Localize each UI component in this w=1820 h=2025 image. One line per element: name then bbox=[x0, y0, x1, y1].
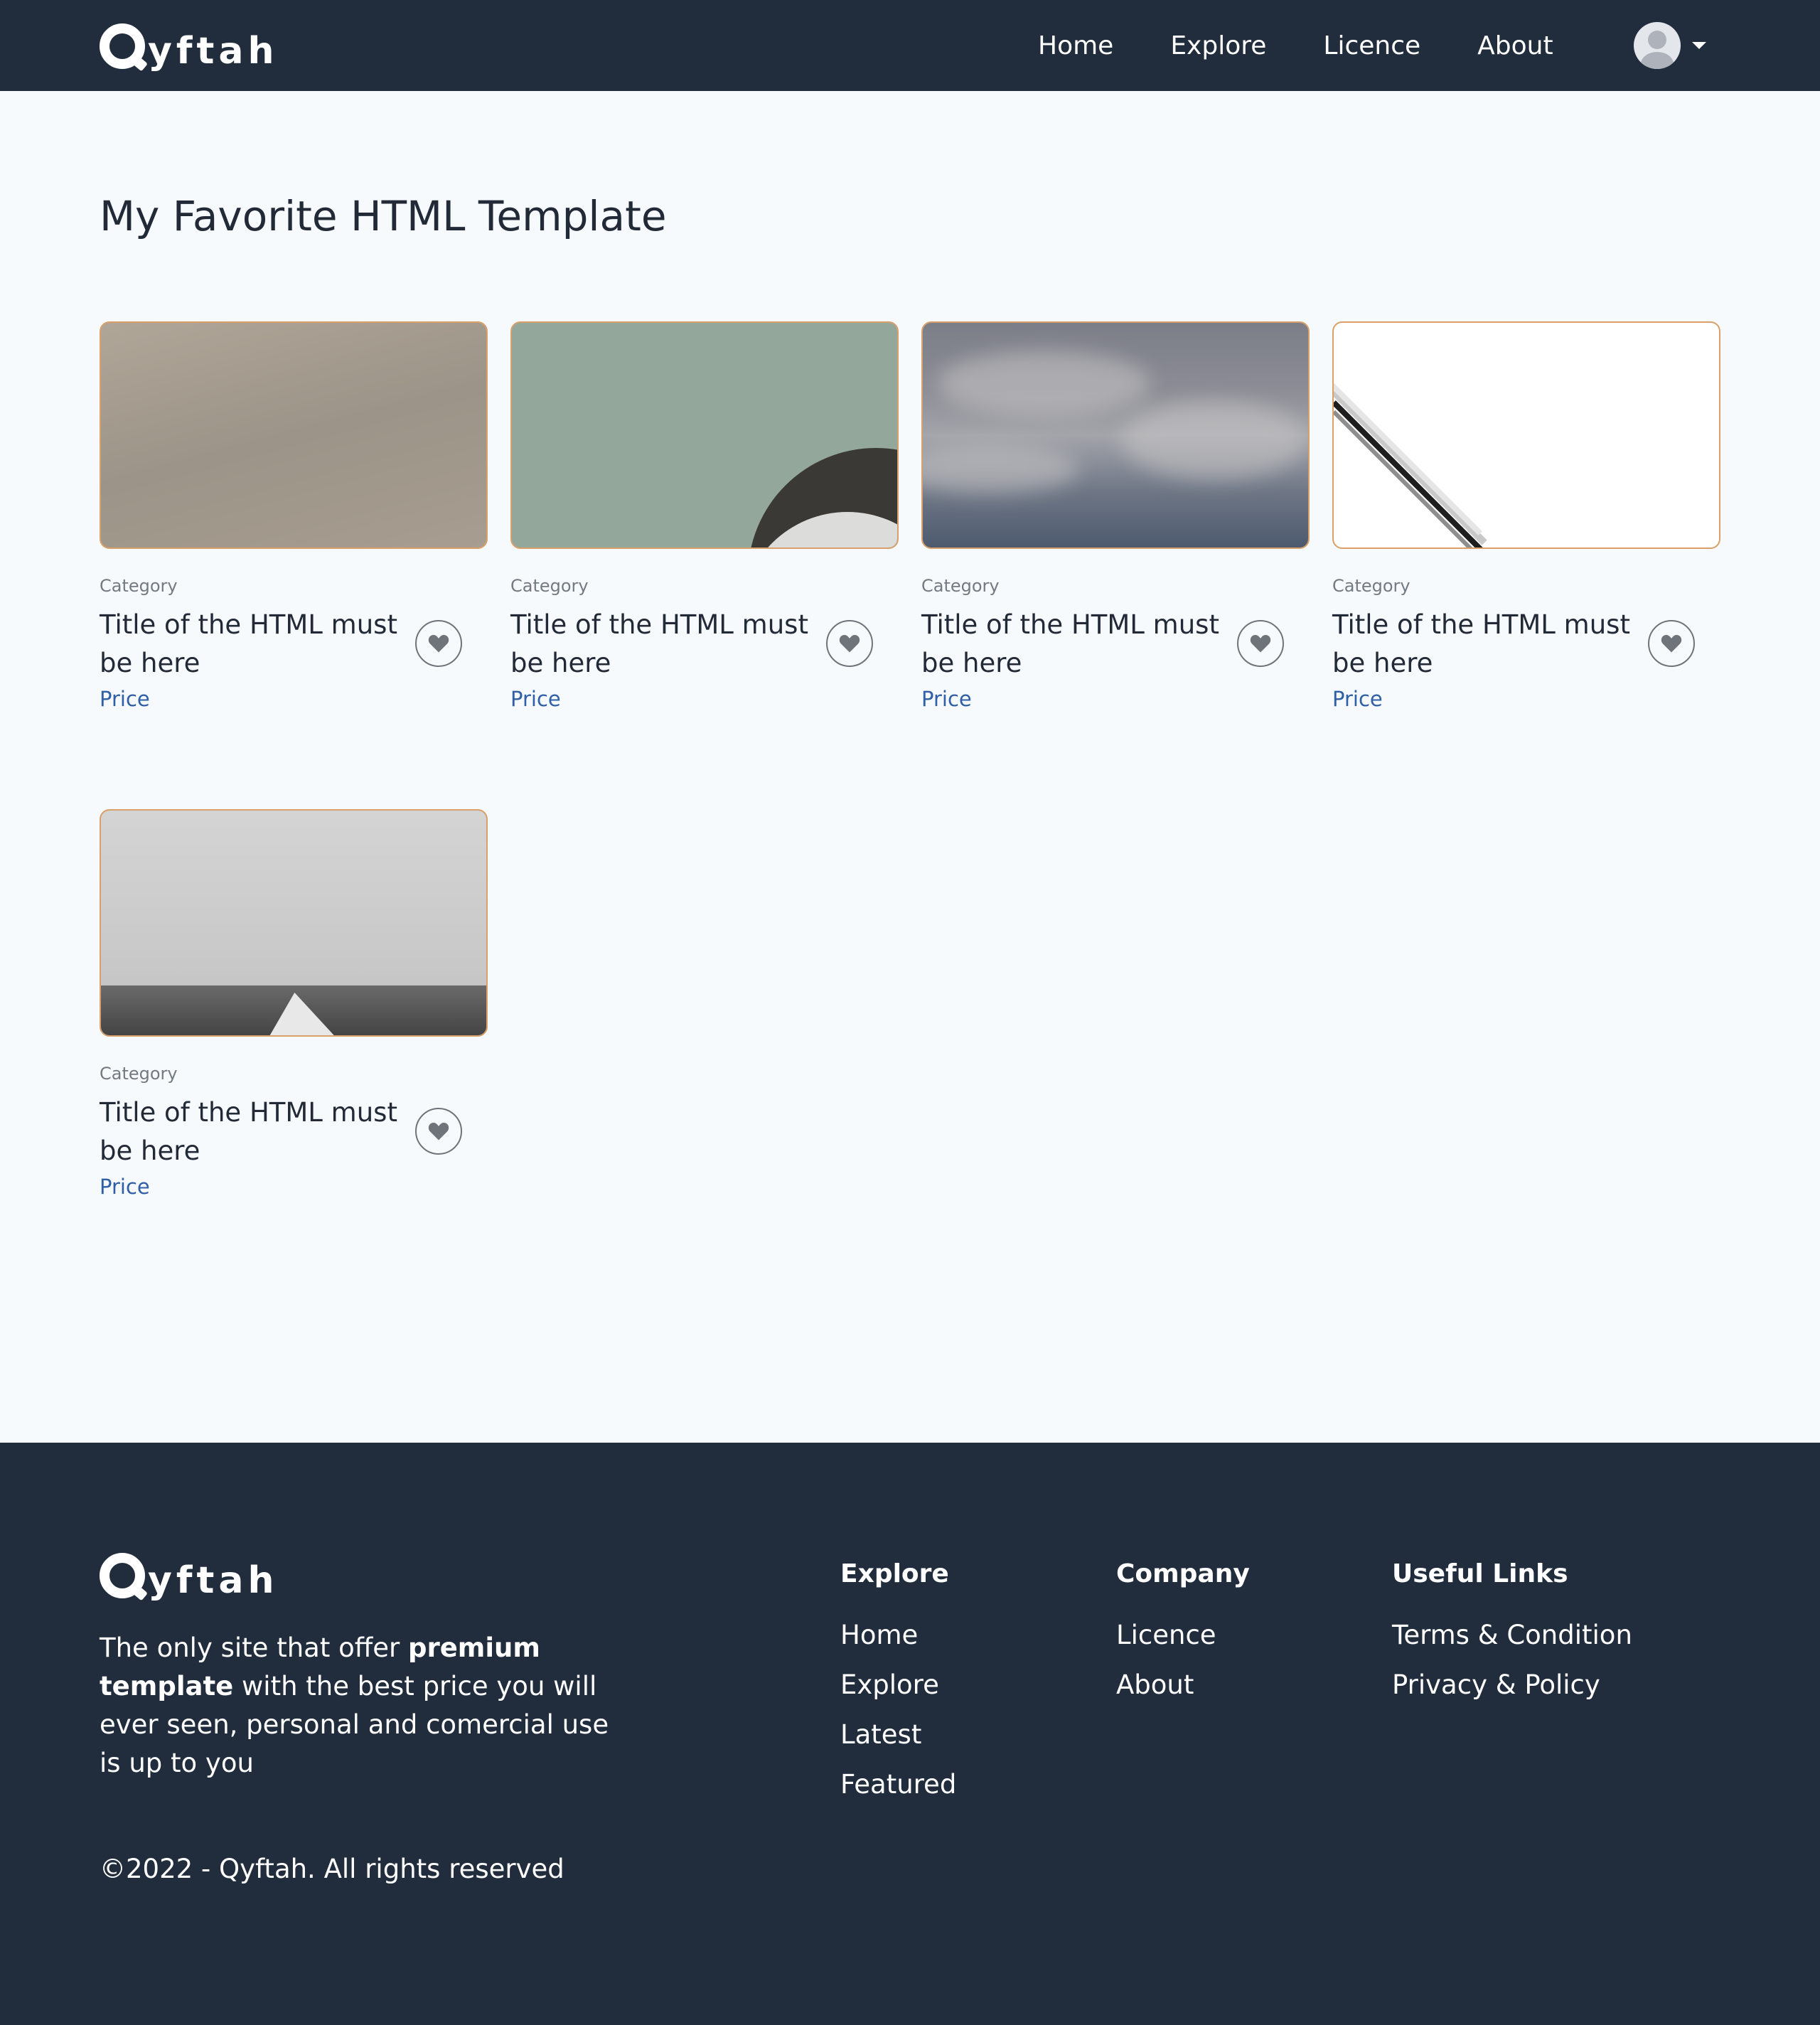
template-card[interactable]: Category Title of the HTML must be here … bbox=[100, 809, 488, 1199]
card-title[interactable]: Title of the HTML must be here bbox=[100, 1094, 398, 1170]
card-body: Title of the HTML must be here bbox=[1332, 606, 1720, 683]
footer-link-licence[interactable]: Licence bbox=[1116, 1620, 1250, 1651]
logo-q-icon bbox=[100, 1553, 145, 1598]
favorite-button[interactable] bbox=[1237, 620, 1284, 667]
card-body: Title of the HTML must be here bbox=[100, 606, 488, 683]
nav-link-licence[interactable]: Licence bbox=[1323, 31, 1420, 60]
footer-link-terms[interactable]: Terms & Condition bbox=[1392, 1620, 1632, 1651]
heart-icon bbox=[1250, 634, 1271, 653]
card-price: Price bbox=[100, 687, 150, 711]
template-card[interactable]: Category Title of the HTML must be here … bbox=[1332, 321, 1720, 711]
footer-description: The only site that offer premium templat… bbox=[100, 1629, 611, 1783]
brand-name: yftah bbox=[148, 30, 279, 73]
footer-column-company: Company Licence About bbox=[1116, 1559, 1250, 1719]
footer-description-text: The only site that offer bbox=[100, 1633, 408, 1663]
card-price: Price bbox=[921, 687, 972, 711]
card-category: Category bbox=[100, 1064, 178, 1084]
favorite-button[interactable] bbox=[826, 620, 873, 667]
card-category: Category bbox=[1332, 576, 1410, 596]
card-price: Price bbox=[100, 1175, 150, 1199]
footer-link-featured[interactable]: Featured bbox=[840, 1769, 956, 1800]
footer-brand-name: yftah bbox=[148, 1559, 279, 1602]
card-thumbnail[interactable] bbox=[921, 321, 1310, 549]
card-title[interactable]: Title of the HTML must be here bbox=[921, 606, 1220, 683]
footer-heading: Company bbox=[1116, 1559, 1250, 1588]
card-title[interactable]: Title of the HTML must be here bbox=[100, 606, 398, 683]
card-thumbnail[interactable] bbox=[100, 809, 488, 1037]
nav-link-home[interactable]: Home bbox=[1038, 31, 1113, 60]
template-card[interactable]: Category Title of the HTML must be here … bbox=[100, 321, 488, 711]
card-title[interactable]: Title of the HTML must be here bbox=[510, 606, 809, 683]
heart-icon bbox=[839, 634, 860, 653]
card-body: Title of the HTML must be here bbox=[921, 606, 1310, 683]
card-category: Category bbox=[921, 576, 1000, 596]
footer-heading: Useful Links bbox=[1392, 1559, 1568, 1588]
brand-logo[interactable]: yftah bbox=[100, 23, 279, 70]
template-card[interactable]: Category Title of the HTML must be here … bbox=[510, 321, 899, 711]
nav-link-about[interactable]: About bbox=[1477, 31, 1553, 60]
footer-link-home[interactable]: Home bbox=[840, 1620, 956, 1651]
footer-column-useful-links: Useful Links Terms & Condition Privacy &… bbox=[1392, 1559, 1632, 1719]
page-title: My Favorite HTML Template bbox=[100, 192, 667, 240]
footer-brand-logo[interactable]: yftah bbox=[100, 1552, 279, 1599]
card-category: Category bbox=[510, 576, 589, 596]
favorite-button[interactable] bbox=[1648, 620, 1695, 667]
favorite-button[interactable] bbox=[415, 620, 462, 667]
card-thumbnail[interactable] bbox=[1332, 321, 1720, 549]
card-body: Title of the HTML must be here bbox=[100, 1094, 488, 1170]
avatar-icon[interactable] bbox=[1634, 22, 1681, 69]
copyright: ©2022 - Qyftah. All rights reserved bbox=[100, 1854, 564, 1884]
footer-column-explore: Explore Home Explore Latest Featured bbox=[840, 1559, 956, 1819]
heart-icon bbox=[428, 1122, 449, 1140]
footer-link-latest[interactable]: Latest bbox=[840, 1719, 956, 1751]
logo-q-icon bbox=[100, 23, 145, 69]
favorite-button[interactable] bbox=[415, 1108, 462, 1155]
card-price: Price bbox=[510, 687, 561, 711]
card-title[interactable]: Title of the HTML must be here bbox=[1332, 606, 1631, 683]
card-price: Price bbox=[1332, 687, 1383, 711]
caret-down-icon[interactable] bbox=[1692, 42, 1706, 49]
card-body: Title of the HTML must be here bbox=[510, 606, 899, 683]
user-menu[interactable] bbox=[1634, 22, 1706, 69]
card-category: Category bbox=[100, 576, 178, 596]
footer-link-privacy[interactable]: Privacy & Policy bbox=[1392, 1669, 1632, 1701]
footer-link-about[interactable]: About bbox=[1116, 1669, 1250, 1701]
heart-icon bbox=[1661, 634, 1682, 653]
card-thumbnail[interactable] bbox=[100, 321, 488, 549]
template-card[interactable]: Category Title of the HTML must be here … bbox=[921, 321, 1310, 711]
nav-link-explore[interactable]: Explore bbox=[1170, 31, 1266, 60]
nav-links: Home Explore Licence About bbox=[1038, 0, 1553, 91]
card-thumbnail[interactable] bbox=[510, 321, 899, 549]
heart-icon bbox=[428, 634, 449, 653]
footer: yftah The only site that offer premium t… bbox=[0, 1443, 1820, 2025]
footer-heading: Explore bbox=[840, 1559, 949, 1588]
footer-link-explore[interactable]: Explore bbox=[840, 1669, 956, 1701]
navbar: yftah Home Explore Licence About bbox=[0, 0, 1820, 91]
